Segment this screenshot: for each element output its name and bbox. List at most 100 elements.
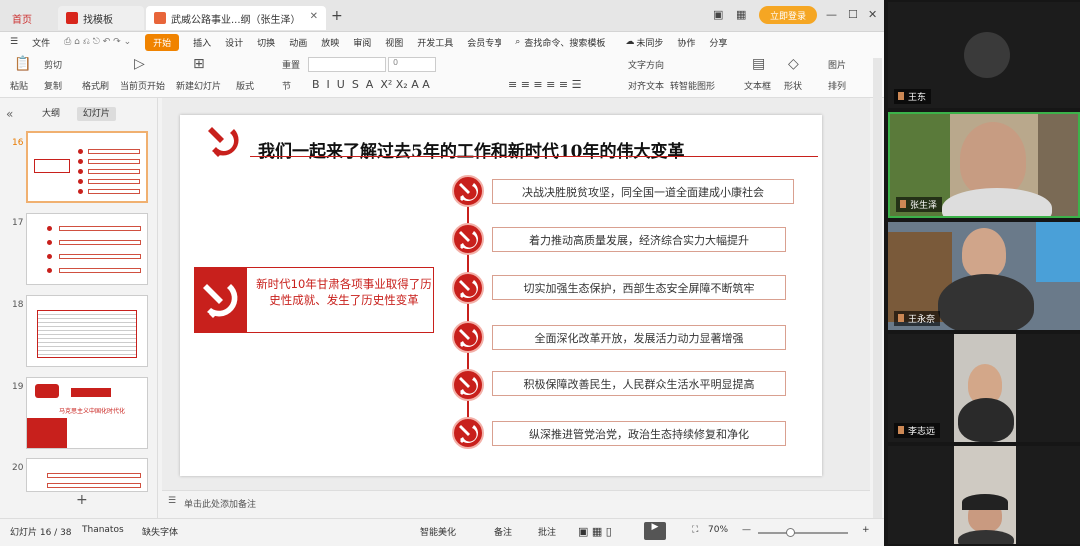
login-button[interactable]: 立即登录 xyxy=(759,6,817,24)
paste-button[interactable]: 粘贴 xyxy=(10,79,28,92)
format-painter-button[interactable]: 格式刷 xyxy=(82,79,109,92)
collab-button[interactable]: 协作 xyxy=(677,36,695,49)
menu-view[interactable]: 视图 xyxy=(385,36,403,49)
menu-icon[interactable]: ☰ xyxy=(10,37,18,47)
thumb19-title: 马克思主义中国化时代化 xyxy=(59,408,126,415)
hammer-sickle-icon xyxy=(459,425,478,443)
share-button[interactable]: 分享 xyxy=(709,36,727,49)
smart-beautify-button[interactable]: 智能美化 xyxy=(420,525,456,538)
menu-member[interactable]: 会员专享 xyxy=(467,36,501,49)
zoom-in-icon[interactable]: + xyxy=(862,525,870,535)
video-tile-1[interactable]: 王东 xyxy=(888,2,1080,108)
grid-icon[interactable]: ▦ xyxy=(736,8,746,21)
slide-thumb-17[interactable] xyxy=(26,213,148,285)
close-window-icon[interactable]: ✕ xyxy=(868,8,877,21)
font-style-icons[interactable]: B I U S A X² X₂ A A xyxy=(312,78,430,91)
new-tab-icon[interactable]: + xyxy=(331,8,343,24)
notes-toggle[interactable]: 备注 xyxy=(494,525,512,538)
layout-icon[interactable]: ▣ xyxy=(713,8,723,21)
ppt-file-icon xyxy=(154,12,166,24)
zoom-out-icon[interactable]: — xyxy=(742,525,751,535)
video-tile-2[interactable]: 张生泽 xyxy=(888,112,1080,218)
tab-home[interactable]: 首页 xyxy=(4,6,56,30)
tab-template[interactable]: 找模板 xyxy=(58,6,144,30)
shapes-icon[interactable]: ◇ xyxy=(788,56,799,72)
current-slide[interactable]: 我们一起来了解过去5年的工作和新时代10年的伟大变革 新时代10年甘肃各项事业取… xyxy=(180,115,822,476)
slide-thumb-20[interactable] xyxy=(26,458,148,492)
add-slide-icon[interactable]: + xyxy=(76,492,88,508)
toolbar-quick-icons[interactable]: ⎙ ⌂ ⎌ ⎋ ↶ ↷ ⌄ xyxy=(64,37,131,47)
wps-window: 首页 找模板 武威公路事业...纲（张生泽） ✕ + ▣ ▦ 立即登录 — ☐ ✕… xyxy=(0,0,884,546)
menu-design[interactable]: 设计 xyxy=(225,36,243,49)
hammer-sickle-icon xyxy=(203,284,238,318)
maximize-icon[interactable]: ☐ xyxy=(848,8,858,21)
notes-placeholder[interactable]: 单击此处添加备注 xyxy=(184,497,256,510)
participant-name-4: 李志远 xyxy=(894,423,941,438)
slide-thumb-19[interactable]: 马克思主义中国化时代化 xyxy=(26,377,148,449)
menu-animation[interactable]: 动画 xyxy=(289,36,307,49)
zoom-level[interactable]: 70% xyxy=(708,525,728,535)
text-direction-button[interactable]: 文字方向 xyxy=(628,58,664,71)
notes-bar[interactable]: ☰ 单击此处添加备注 xyxy=(162,490,870,514)
arrange-button[interactable]: 排列 xyxy=(828,79,846,92)
textbox-button[interactable]: 文本框 xyxy=(744,79,771,92)
menu-review[interactable]: 审阅 xyxy=(353,36,371,49)
achievement-item-2: 着力推动高质量发展，经济综合实力大幅提升 xyxy=(492,227,786,252)
slide-thumb-18[interactable] xyxy=(26,295,148,367)
zoom-slider-thumb[interactable] xyxy=(786,528,795,537)
play-from-current-button[interactable]: 当前页开始 xyxy=(120,79,165,92)
slide-thumb-16[interactable] xyxy=(26,131,148,203)
video-tile-3[interactable]: 王永奈 xyxy=(888,222,1080,330)
fit-icon[interactable]: ⛶ xyxy=(692,525,698,535)
unsynced-status[interactable]: 未同步 xyxy=(636,36,663,49)
video-tile-5[interactable] xyxy=(888,446,1080,544)
status-bar: 幻灯片 16 / 38 Thanatos 缺失字体 智能美化 备注 批注 ▣ ▦… xyxy=(0,518,884,546)
textbox-icon[interactable]: ▤ xyxy=(752,56,765,72)
title-underline xyxy=(250,156,818,157)
slide-counter: 幻灯片 16 / 38 xyxy=(10,528,72,538)
font-family-select[interactable] xyxy=(308,57,386,72)
tab-slides[interactable]: 幻灯片 xyxy=(76,107,116,121)
menu-transition[interactable]: 切换 xyxy=(257,36,275,49)
tab-document-label: 武威公路事业...纲（张生泽） xyxy=(171,14,301,26)
section-button[interactable]: 节 xyxy=(282,79,291,92)
menu-slideshow[interactable]: 放映 xyxy=(321,36,339,49)
reset-button[interactable]: 重置 xyxy=(282,58,300,71)
paste-icon[interactable]: 📋 xyxy=(14,56,31,72)
new-slide-button[interactable]: 新建幻灯片 xyxy=(176,79,221,92)
convert-smartart-button[interactable]: 转智能图形 xyxy=(670,79,715,92)
copy-button[interactable]: 复制 xyxy=(44,79,62,92)
font-size-select[interactable]: 0 xyxy=(388,57,436,72)
menu-file[interactable]: 文件 xyxy=(32,36,50,49)
participant-name-2: 张生泽 xyxy=(896,197,943,212)
command-search[interactable]: 查找命令、搜索模板 xyxy=(524,36,605,49)
new-slide-icon[interactable]: ⊞ xyxy=(193,56,205,72)
layout-button[interactable]: 版式 xyxy=(236,79,254,92)
view-mode-icons[interactable]: ▣ ▦ ▯ xyxy=(578,525,612,538)
video-tile-4[interactable]: 李志远 xyxy=(888,334,1080,442)
picture-button[interactable]: 图片 xyxy=(828,58,846,71)
play-slideshow-icon[interactable]: ▶ xyxy=(644,522,666,540)
zoom-slider[interactable] xyxy=(758,532,848,534)
close-tab-icon[interactable]: ✕ xyxy=(310,11,318,22)
align-text-button[interactable]: 对齐文本 xyxy=(628,79,664,92)
menu-developer[interactable]: 开发工具 xyxy=(417,36,453,49)
theme-name[interactable]: Thanatos xyxy=(82,525,124,535)
slide-number-16: 16 xyxy=(12,138,24,148)
menu-start[interactable]: 开始 xyxy=(145,33,180,51)
hammer-sickle-icon xyxy=(459,280,478,298)
shapes-button[interactable]: 形状 xyxy=(784,79,802,92)
minimize-icon[interactable]: — xyxy=(826,8,837,21)
achievement-item-6: 纵深推进管党治党，政治生态持续修复和净化 xyxy=(492,421,786,446)
menu-insert[interactable]: 插入 xyxy=(193,36,211,49)
paragraph-align-icons[interactable]: ≡ ≡ ≡ ≡ ≡ ☰ xyxy=(508,78,581,91)
comments-toggle[interactable]: 批注 xyxy=(538,525,556,538)
participant-name-3: 王永奈 xyxy=(894,311,941,326)
emblem-circle-2 xyxy=(452,223,484,255)
window-scrollbar[interactable] xyxy=(873,58,882,518)
missing-font-button[interactable]: 缺失字体 xyxy=(142,525,178,538)
cut-button[interactable]: 剪切 xyxy=(44,58,62,71)
tab-outline[interactable]: 大纲 xyxy=(42,109,60,119)
play-icon[interactable]: ▷ xyxy=(134,56,145,72)
tab-document[interactable]: 武威公路事业...纲（张生泽） ✕ xyxy=(146,6,326,30)
